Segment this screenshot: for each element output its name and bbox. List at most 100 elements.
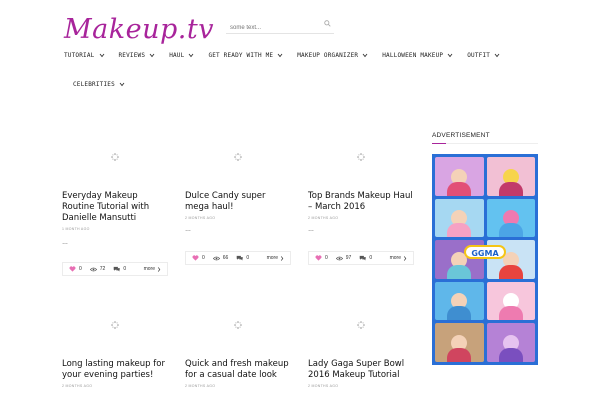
nav-item-tutorial[interactable]: TUTORIAL [64, 52, 105, 59]
likes-stat[interactable]: 0 [192, 255, 205, 261]
post-card[interactable]: Long lasting makeup for your evening par… [62, 305, 168, 388]
character-body [498, 306, 523, 321]
search-icon[interactable] [324, 20, 331, 27]
post-card[interactable]: Quick and fresh makeup for a casual date… [185, 305, 291, 388]
advertisement-heading: ADVERTISEMENT [432, 132, 490, 139]
loading-spinner-icon [357, 321, 365, 329]
post-date: 2 MONTHS AGO [185, 384, 216, 388]
ad-game-tile[interactable] [486, 198, 535, 238]
nav-item-reviews[interactable]: REVIEWS [119, 52, 156, 59]
chevron-down-icon [189, 53, 194, 58]
ad-game-tile[interactable] [486, 157, 535, 196]
post-date: 2 MONTHS AGO [62, 384, 93, 388]
post-thumbnail[interactable] [308, 137, 414, 177]
post-thumbnail[interactable] [308, 305, 414, 345]
post-excerpt: … [308, 227, 314, 233]
search-box[interactable] [226, 16, 334, 36]
more-link[interactable]: more [144, 266, 161, 272]
post-thumbnail[interactable] [185, 137, 291, 177]
ad-game-tile[interactable] [486, 281, 535, 321]
nav-item-halloween-makeup[interactable]: HALLOWEEN MAKEUP [382, 52, 453, 59]
loading-spinner-icon [111, 153, 119, 161]
divider-accent [432, 143, 446, 144]
likes-stat[interactable]: 0 [315, 255, 328, 261]
character-body [447, 306, 472, 321]
chevron-down-icon [494, 53, 500, 58]
heart-icon[interactable] [69, 266, 76, 272]
character-body [498, 181, 523, 196]
comments-icon[interactable] [236, 255, 243, 261]
ad-game-tile[interactable] [435, 323, 484, 362]
nav-item-haul[interactable]: HAUL [169, 52, 194, 59]
comments-icon[interactable] [113, 266, 120, 272]
ad-game-tile[interactable] [435, 198, 484, 238]
post-card[interactable]: Dulce Candy super mega haul! 2 MONTHS AG… [185, 137, 291, 233]
chevron-right-icon [280, 255, 284, 261]
character-body [447, 347, 472, 362]
post-title[interactable]: Dulce Candy super mega haul! [185, 191, 291, 213]
comments-stat[interactable]: 0 [113, 266, 126, 272]
comments-stat[interactable]: 0 [359, 255, 372, 261]
ad-game-tile[interactable] [435, 281, 484, 321]
post-date: 1 MONTH AGO [62, 227, 90, 231]
nav-item-label: TUTORIAL [64, 52, 95, 59]
character-body [498, 223, 523, 238]
views-stat: 66 [212, 255, 228, 261]
post-title[interactable]: Quick and fresh makeup for a casual date… [185, 359, 291, 381]
views-stat: 97 [335, 255, 352, 261]
ad-game-tile[interactable] [435, 157, 484, 196]
comments-count: 0 [369, 255, 373, 261]
views-count: 97 [345, 255, 352, 261]
site-logo[interactable]: Makeup.tv [64, 14, 214, 45]
likes-count: 0 [79, 266, 82, 272]
post-date: 2 MONTHS AGO [308, 384, 339, 388]
post-thumbnail[interactable] [62, 305, 168, 345]
post-thumbnail[interactable] [185, 305, 291, 345]
post-title[interactable]: Long lasting makeup for your evening par… [62, 359, 168, 381]
nav-item-get-ready-with-me[interactable]: GET READY WITH ME [208, 52, 283, 59]
nav-item-label: MAKEUP ORGANIZER [297, 52, 359, 59]
post-excerpt: … [185, 227, 191, 233]
views-count: 72 [99, 266, 106, 272]
views-stat: 72 [89, 266, 106, 272]
nav-item-makeup-organizer[interactable]: MAKEUP ORGANIZER [297, 52, 368, 59]
comments-stat[interactable]: 0 [236, 255, 249, 261]
post-thumbnail[interactable] [62, 137, 168, 177]
nav-item-label: REVIEWS [118, 52, 146, 59]
comments-icon[interactable] [359, 255, 366, 261]
ad-brand-logo[interactable]: GGMA [464, 245, 506, 259]
character-body [498, 264, 523, 279]
eye-icon [212, 256, 220, 260]
chevron-right-icon [403, 255, 407, 261]
ad-game-tile[interactable] [486, 323, 535, 362]
nav-row-1: TUTORIAL REVIEWS HAUL GET READY WITH ME … [64, 49, 534, 62]
likes-stat[interactable]: 0 [69, 266, 82, 272]
chevron-down-icon [362, 53, 368, 58]
likes-count: 0 [325, 255, 328, 261]
more-label: more [389, 255, 401, 261]
chevron-down-icon [119, 82, 125, 87]
more-label: more [143, 266, 155, 272]
eye-icon [335, 256, 343, 260]
more-link[interactable]: more [267, 255, 284, 261]
nav-item-outfit[interactable]: OUTFIT [467, 52, 500, 59]
advertisement-divider [432, 143, 538, 144]
post-card[interactable]: Top Brands Makeup Haul – March 2016 2 MO… [308, 137, 414, 233]
comments-count: 0 [123, 266, 127, 272]
search-input[interactable] [226, 20, 316, 36]
nav-item-celebrities[interactable]: CELEBRITIES [73, 81, 125, 88]
post-title[interactable]: Everyday Makeup Routine Tutorial with Da… [62, 191, 168, 224]
character-body [498, 347, 523, 362]
chevron-down-icon [447, 53, 453, 58]
post-card[interactable]: Lady Gaga Super Bowl 2016 Makeup Tutoria… [308, 305, 414, 388]
character-body [447, 181, 472, 196]
post-stats-bar: 0 97 0 more [308, 251, 414, 265]
nav-row-2: CELEBRITIES [64, 78, 534, 91]
heart-icon[interactable] [192, 255, 199, 261]
post-title[interactable]: Lady Gaga Super Bowl 2016 Makeup Tutoria… [308, 359, 414, 381]
more-link[interactable]: more [390, 255, 407, 261]
chevron-down-icon [149, 53, 155, 58]
post-title[interactable]: Top Brands Makeup Haul – March 2016 [308, 191, 414, 213]
heart-icon[interactable] [315, 255, 322, 261]
post-card[interactable]: Everyday Makeup Routine Tutorial with Da… [62, 137, 168, 246]
